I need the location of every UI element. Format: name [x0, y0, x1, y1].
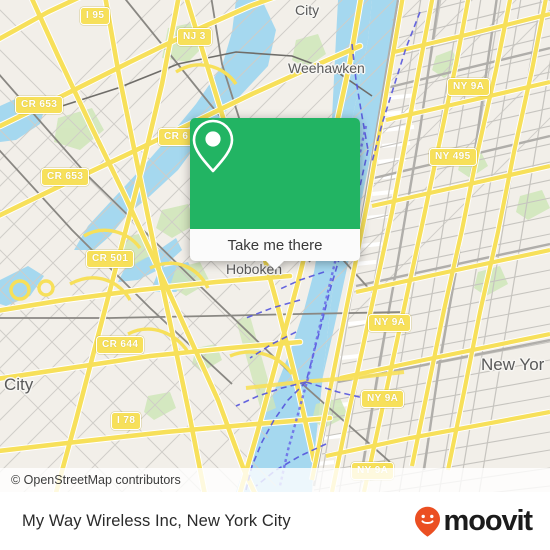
road-shield-ny9a-c: NY 9A — [361, 390, 405, 408]
moovit-pin-smiley-icon — [414, 506, 440, 537]
popup-image-area — [190, 118, 360, 229]
popup-tail — [266, 261, 284, 270]
road-shield-cr653-b: CR 653 — [41, 168, 90, 186]
bottom-info-bar: My Way Wireless Inc, New York City moovi… — [0, 492, 550, 550]
take-me-there-button[interactable]: Take me there — [190, 229, 360, 261]
moovit-map-screenshot: City Weehawken Hoboken City New Yor I 95… — [0, 0, 550, 550]
road-shield-cr501: CR 501 — [86, 250, 135, 268]
road-shield-i78: I 78 — [111, 412, 142, 430]
moovit-wordmark: moovit — [443, 504, 534, 537]
map-pin-icon — [192, 119, 234, 173]
road-shield-ny495: NY 495 — [429, 148, 477, 166]
moovit-brand: moovit — [414, 504, 534, 537]
place-title: My Way Wireless Inc, New York City — [22, 511, 291, 530]
attribution-text: © OpenStreetMap contributors — [11, 473, 181, 487]
road-shield-cr644: CR 644 — [96, 336, 145, 354]
road-shield-i95: I 95 — [80, 7, 111, 25]
road-shield-cr653-a: CR 653 — [15, 96, 64, 114]
road-shield-ny9a-b: NY 9A — [368, 314, 412, 332]
map-attribution: © OpenStreetMap contributors — [0, 468, 550, 492]
road-shield-cr6: CR 6 — [158, 128, 195, 146]
road-shield-nj3: NJ 3 — [177, 28, 212, 46]
road-shield-ny9a-a: NY 9A — [447, 78, 491, 96]
map-canvas[interactable]: City Weehawken Hoboken City New Yor I 95… — [0, 0, 550, 492]
location-popup[interactable]: Take me there — [190, 118, 360, 270]
